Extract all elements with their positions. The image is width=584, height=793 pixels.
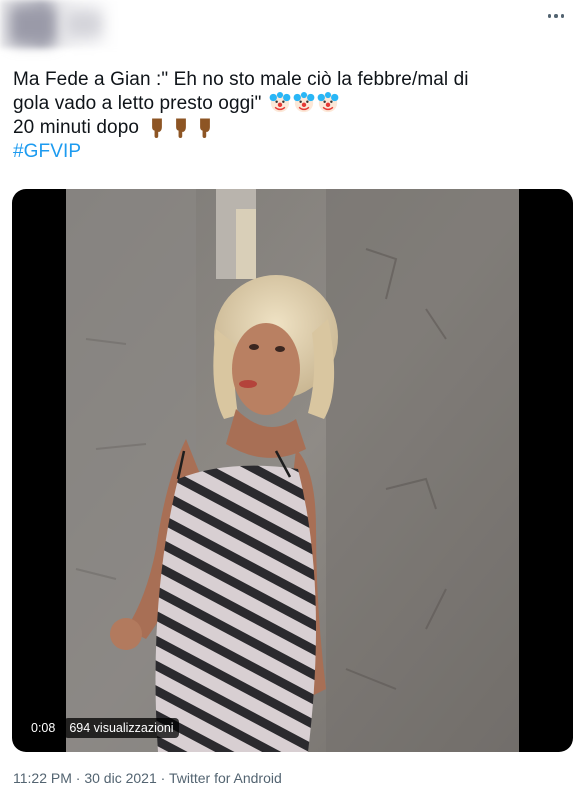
video-player[interactable]: 0:08 694 visualizzazioni <box>12 189 573 752</box>
more-dots-icon[interactable] <box>544 6 568 26</box>
tweet-line-2-text: gola vado a letto presto oggi" <box>13 93 262 114</box>
meta-separator: · <box>75 770 81 786</box>
hashtag-link[interactable]: #GFVIP <box>13 140 573 164</box>
clown-face-emoji-icon <box>293 92 315 113</box>
video-time: 0:08 <box>26 718 61 738</box>
tweet-line-3-text: 20 minuti dopo <box>13 117 140 138</box>
video-views: 694 visualizzazioni <box>64 718 179 738</box>
tweet-source[interactable]: Twitter for Android <box>169 770 282 786</box>
tweet-date[interactable]: 30 dic 2021 <box>84 770 156 786</box>
tweet-line-2: gola vado a letto presto oggi" <box>13 92 573 116</box>
video-frame <box>66 189 519 752</box>
tweet-text: Ma Fede a Gian :" Eh no sto male ciò la … <box>13 68 573 164</box>
tweet-header <box>0 0 584 56</box>
tweet-line-1: Ma Fede a Gian :" Eh no sto male ciò la … <box>13 69 469 90</box>
point-down-emoji-icon <box>200 118 211 138</box>
clown-face-emoji-icon <box>269 92 291 113</box>
clown-face-emoji-icon <box>317 92 339 113</box>
point-down-emoji-icon <box>152 118 163 138</box>
tweet-line-3: 20 minuti dopo <box>13 116 573 140</box>
blurred-user-info <box>0 0 140 48</box>
tweet-time[interactable]: 11:22 PM <box>13 770 72 786</box>
tweet-meta: 11:22 PM · 30 dic 2021 · Twitter for And… <box>13 770 282 786</box>
point-down-emoji-icon <box>176 118 187 138</box>
meta-separator: · <box>160 770 166 786</box>
video-overlay: 0:08 694 visualizzazioni <box>26 718 179 738</box>
